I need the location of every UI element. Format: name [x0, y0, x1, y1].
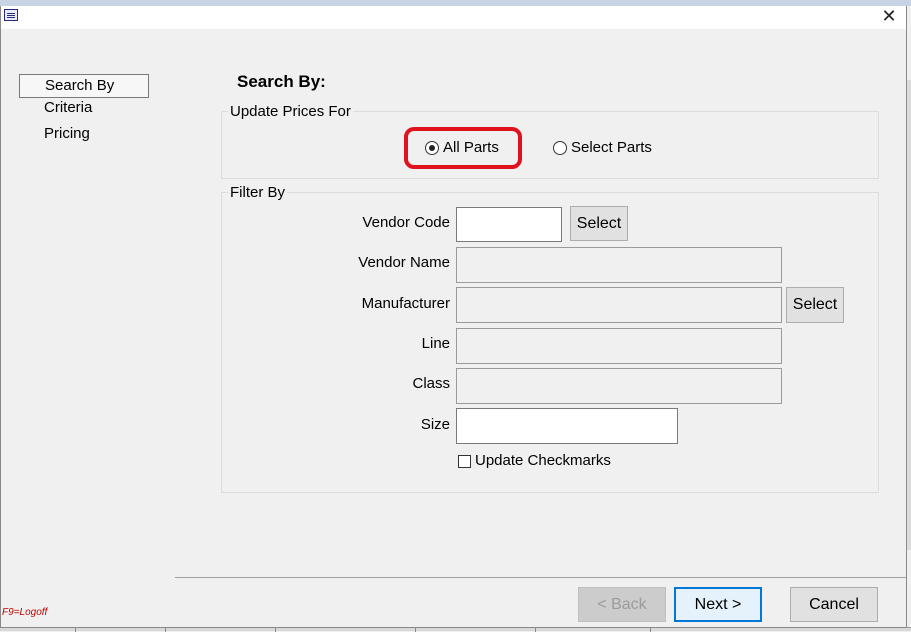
- update-checkmarks-label[interactable]: Update Checkmarks: [475, 452, 611, 470]
- vendor-code-field[interactable]: [456, 207, 562, 242]
- app-window-icon: [4, 9, 18, 21]
- line-label: Line: [421, 335, 450, 352]
- vendor-code-label: Vendor Code: [362, 214, 450, 231]
- update-prices-group-label: Update Prices For: [228, 103, 353, 121]
- class-label: Class: [412, 375, 450, 392]
- manufacturer-select-button[interactable]: Select: [786, 287, 844, 323]
- select-parts-label[interactable]: Select Parts: [571, 139, 652, 157]
- size-label: Size: [420, 416, 450, 433]
- footer-divider: [175, 577, 906, 578]
- filter-by-group-label: Filter By: [228, 184, 288, 202]
- size-field[interactable]: [456, 408, 678, 444]
- manufacturer-field: [456, 287, 782, 323]
- manufacturer-label: Manufacturer: [361, 295, 450, 312]
- size-input[interactable]: [457, 409, 677, 443]
- class-field: [456, 368, 782, 404]
- close-icon[interactable]: ✕: [876, 6, 902, 28]
- vendor-name-label: Vendor Name: [358, 254, 450, 271]
- all-parts-radio[interactable]: [425, 141, 439, 155]
- dialog-titlebar: ✕: [0, 6, 906, 29]
- nav-item-label: Criteria: [44, 99, 93, 116]
- all-parts-label[interactable]: All Parts: [443, 139, 499, 157]
- next-button[interactable]: Next >: [674, 587, 762, 622]
- select-parts-radio[interactable]: [553, 141, 567, 155]
- background-app-taskbar: [0, 627, 911, 632]
- cancel-button[interactable]: Cancel: [790, 587, 878, 622]
- back-button[interactable]: < Back: [578, 587, 666, 622]
- logoff-hint: F9=Logoff: [2, 607, 48, 618]
- page-title: Search By:: [237, 72, 326, 91]
- vendor-select-button[interactable]: Select: [570, 206, 628, 241]
- background-app-edge: [906, 80, 911, 550]
- vendor-name-field: [456, 247, 782, 283]
- update-prices-group: [221, 111, 879, 179]
- nav-item-criteria[interactable]: Criteria: [19, 97, 149, 121]
- update-checkmarks-checkbox[interactable]: [458, 455, 471, 468]
- line-field: [456, 328, 782, 364]
- nav-item-pricing[interactable]: Pricing: [19, 123, 149, 147]
- nav-item-label: Pricing: [44, 125, 90, 142]
- nav-item-search-by[interactable]: Search By: [19, 74, 149, 98]
- vendor-code-input[interactable]: [457, 208, 561, 241]
- nav-item-label: Search By: [45, 77, 115, 94]
